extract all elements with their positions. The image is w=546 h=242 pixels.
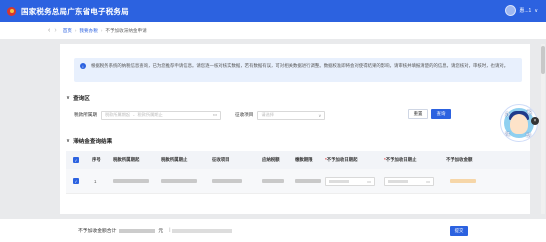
assistant-char: 税 [527, 110, 533, 116]
period-date-range-input[interactable]: 税款所属期起 - 税款所属期止 ▭ [100, 110, 221, 120]
period-start-placeholder: 税款所属期起 [104, 112, 131, 117]
table-header-row: ✓ 序号 税款所属期起 税款所属期止 征收项目 应纳税额 缴款期限 *不予加收日… [66, 151, 530, 169]
submit-button[interactable]: 提交 [450, 226, 468, 236]
user-name[interactable]: 惠...1 [519, 7, 531, 14]
query-button[interactable]: 查询 [431, 109, 451, 119]
column-header-period-end: 税款所属期止 [161, 157, 188, 162]
user-avatar[interactable] [505, 5, 517, 16]
column-header-waive-start-label: 不予加收日期起 [326, 157, 358, 162]
period-label: 税款所属期 [74, 112, 97, 117]
breadcrumb-current: 不予加收滞纳金申请 [105, 27, 147, 33]
select-all-checkbox[interactable]: ✓ [73, 157, 79, 163]
results-section-header[interactable]: ∨ 滞纳金查询结果 [66, 137, 112, 145]
column-header-waive-start: *不予加收日期起 [325, 157, 357, 163]
row-index: 1 [94, 178, 97, 184]
column-header-tax-payable: 应纳税额 [262, 157, 280, 162]
results-section-title: 滞纳金查询结果 [73, 139, 113, 145]
chevron-down-icon[interactable]: ∨ [534, 8, 538, 14]
breadcrumb: 首页 › 我要办税 › 不予加收滞纳金申请 [63, 28, 147, 34]
row-waive-amount-redacted [450, 179, 476, 183]
chevron-down-icon[interactable]: ∨ [66, 138, 70, 144]
row-tax-item-redacted [212, 179, 242, 183]
column-header-waive-amount: 不予加收金额 [446, 157, 473, 162]
row-checkbox[interactable]: ✓ [73, 178, 79, 184]
waive-end-date-input[interactable]: ▭ [384, 176, 434, 186]
breadcrumb-tax-handling[interactable]: 我要办税 [79, 28, 97, 34]
chevron-down-icon[interactable]: ∨ [318, 113, 321, 118]
table-row[interactable]: ✓ 1 ▭ ▭ [66, 169, 530, 194]
reset-button[interactable]: 重置 [408, 109, 428, 119]
column-header-waive-end-label: 不予加收日期止 [385, 157, 417, 162]
total-divider: | [169, 228, 171, 233]
user-menu[interactable]: 惠...1 ∨ [505, 5, 538, 16]
column-header-payment-deadline: 缴款期限 [295, 157, 313, 162]
waive-start-date-input[interactable]: ▭ [325, 176, 375, 186]
query-section-title: 查询区 [73, 96, 90, 102]
late-fee-results-table: ✓ 序号 税款所属期起 税款所属期止 征收项目 应纳税额 缴款期限 *不予加收日… [66, 151, 530, 194]
column-header-tax-item: 征收项目 [212, 157, 230, 162]
total-waive-amount-value-redacted [119, 228, 156, 233]
vertical-scrollbar[interactable] [541, 44, 545, 214]
range-separator: - [133, 112, 135, 118]
breadcrumb-separator: › [74, 28, 77, 33]
top-header: 国家税务总局广东省电子税务局 惠...1 ∨ [0, 0, 546, 22]
period-end-placeholder: 税款所属期止 [137, 112, 163, 117]
query-filter-row: 税款所属期 税款所属期起 - 税款所属期止 ▭ 征收项目 请选择 ∨ 重置 查询 [74, 109, 522, 121]
info-notice: i 根据税务系统的纳税信息查询，已为您推荐申请信息。请您逐一核对核实数据，若有数… [74, 58, 522, 82]
notice-text: 根据税务系统的纳税信息查询，已为您推荐申请信息。请您逐一核对核实数据，若有数据有… [91, 63, 509, 68]
bottom-summary-bar: 不予加收金额合计 元 | 提交 [0, 219, 546, 242]
total-waive-amount-label: 不予加收金额合计 [78, 229, 117, 234]
site-title: 国家税务总局广东省电子税务局 [21, 6, 129, 16]
breadcrumb-home[interactable]: 首页 [63, 28, 72, 34]
back-arrow-icon[interactable]: ‹ [48, 27, 50, 34]
close-icon[interactable]: × [531, 117, 539, 125]
column-header-index: 序号 [92, 157, 101, 162]
row-tax-payable-redacted [262, 179, 284, 183]
calendar-icon[interactable]: ▭ [213, 112, 217, 118]
chevron-down-icon[interactable]: ∨ [66, 95, 70, 101]
column-header-waive-end: *不予加收日期止 [384, 157, 416, 163]
tax-item-label: 征收项目 [234, 112, 254, 117]
assistant-char: 征 [505, 132, 511, 138]
calendar-icon[interactable]: ▭ [367, 179, 371, 184]
main-panel: i 根据税务系统的纳税信息查询，已为您推荐申请信息。请您逐一核对核实数据，若有数… [60, 44, 530, 214]
assistant-face [510, 114, 528, 134]
tax-item-placeholder: 请选择 [261, 112, 274, 117]
scrollbar-thumb[interactable] [541, 46, 545, 74]
assistant-char: 办 [505, 112, 511, 118]
breadcrumb-bar: ‹ › 首页 › 我要办税 › 不予加收滞纳金申请 [0, 22, 546, 39]
row-period-end-redacted [161, 179, 197, 183]
calendar-icon[interactable]: ▭ [426, 179, 430, 184]
row-period-start-redacted [113, 179, 149, 183]
row-payment-deadline-redacted [295, 179, 321, 183]
tax-item-select[interactable]: 请选择 ∨ [257, 110, 326, 120]
total-extra-redacted [172, 228, 233, 233]
query-section-header[interactable]: ∨ 查询区 [66, 94, 90, 102]
info-icon: i [80, 63, 86, 69]
total-unit: 元 [158, 229, 164, 234]
forward-arrow-icon[interactable]: › [54, 27, 56, 34]
date-placeholder [329, 179, 349, 183]
date-placeholder [388, 179, 408, 183]
assistant-char: 动 [526, 133, 532, 139]
tax-bureau-emblem-icon [7, 6, 16, 16]
breadcrumb-separator: › [100, 28, 103, 33]
column-header-period-start: 税款所属期起 [113, 157, 140, 162]
